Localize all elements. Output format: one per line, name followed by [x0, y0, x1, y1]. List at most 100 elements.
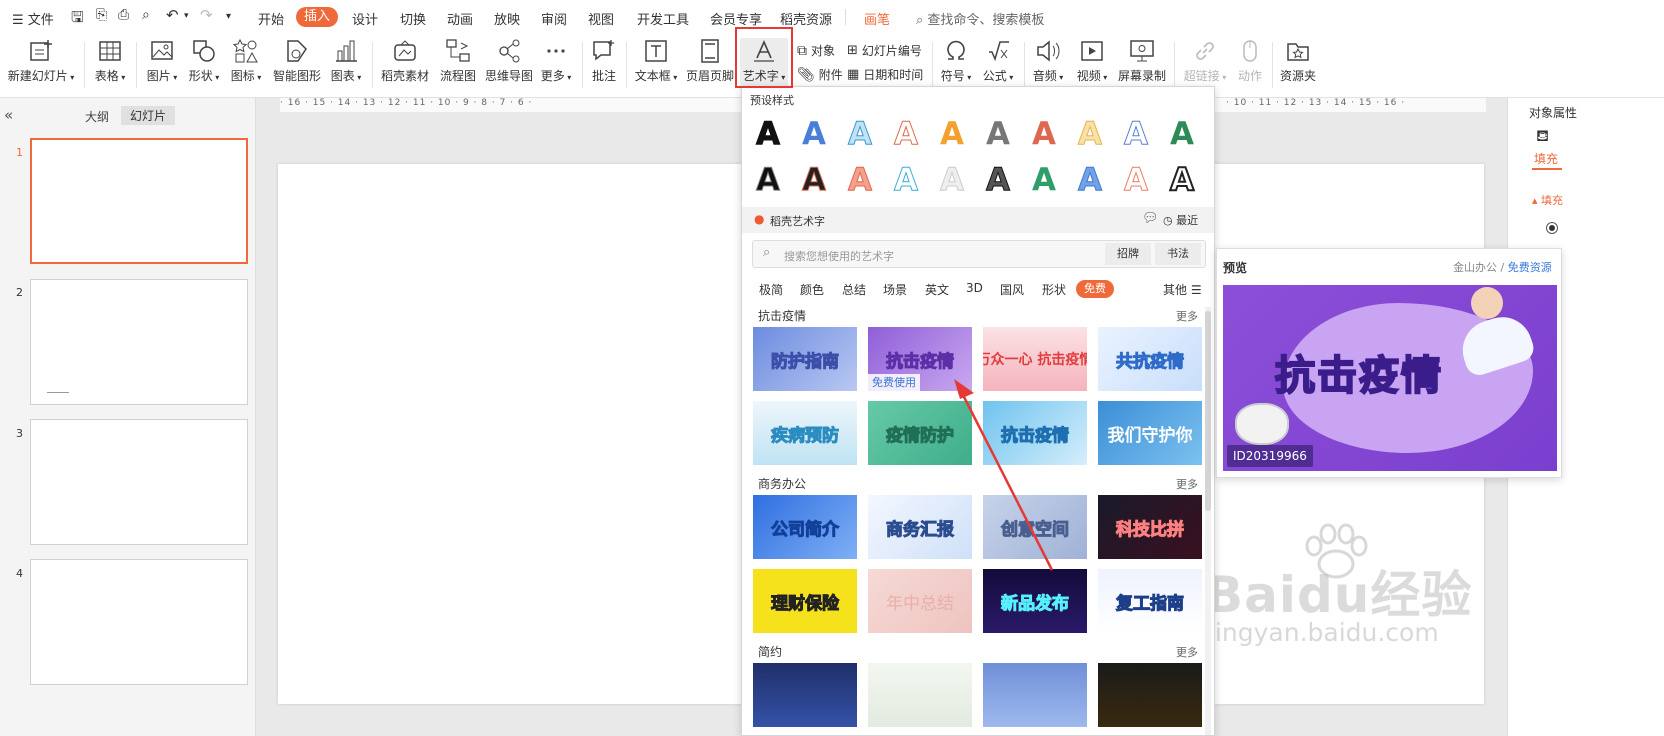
wordart-template-9[interactable]: 公司简介: [753, 495, 857, 559]
filter-free[interactable]: 免费: [1076, 280, 1114, 298]
print-preview-icon[interactable]: ⌕: [142, 7, 150, 23]
tab-transition[interactable]: 切换: [400, 9, 426, 28]
tab-home[interactable]: 开始: [258, 9, 284, 28]
tab-insert[interactable]: 插入: [296, 7, 338, 27]
wordart-template-13[interactable]: 理财保险: [753, 569, 857, 633]
preset-style-4[interactable]: A: [886, 114, 926, 154]
wordart-search-box[interactable]: ⌕ 搜索您想使用的艺术字 招牌 书法: [752, 240, 1206, 268]
gallery-scrollbar[interactable]: [1205, 307, 1211, 735]
slide-thumbnail-4[interactable]: [30, 559, 248, 685]
command-search[interactable]: ⌕ 查找命令、搜索模板: [916, 9, 1044, 28]
filter-3d[interactable]: 3D: [966, 281, 983, 295]
wordart-template-5[interactable]: 疾病预防: [753, 401, 857, 465]
filter-color[interactable]: 颜色: [800, 281, 824, 298]
preset-style-10[interactable]: A: [1162, 114, 1202, 154]
print-icon[interactable]: ⎙: [118, 7, 129, 23]
preset-style-15[interactable]: A: [932, 160, 972, 200]
datetime-button[interactable]: ▦ 日期和时间: [847, 66, 923, 83]
tab-fill[interactable]: 填充: [1534, 150, 1558, 167]
preset-style-18[interactable]: A: [1070, 160, 1110, 200]
filter-english[interactable]: 英文: [925, 281, 949, 298]
smart-shape-button[interactable]: 智能图形: [272, 38, 322, 84]
wordart-template-14[interactable]: 年中总结: [868, 569, 972, 633]
tab-pen[interactable]: 画笔: [864, 9, 890, 28]
preset-style-5[interactable]: A: [932, 114, 972, 154]
preset-style-20[interactable]: A: [1162, 160, 1202, 200]
screen-record-button[interactable]: 屏幕录制: [1118, 38, 1166, 84]
tab-slides[interactable]: 幻灯片: [121, 106, 176, 125]
table-button[interactable]: 表格 ▾: [92, 38, 128, 84]
filter-shape[interactable]: 形状: [1042, 281, 1066, 298]
quick-access-dropdown-icon[interactable]: ▾: [226, 11, 231, 22]
video-button[interactable]: 视频 ▾: [1074, 38, 1110, 84]
mindmap-button[interactable]: 思维导图: [484, 38, 534, 84]
preset-style-8[interactable]: A: [1070, 114, 1110, 154]
docer-material-button[interactable]: 稻壳素材: [380, 38, 430, 84]
filter-others[interactable]: 其他 ☰: [1163, 281, 1202, 298]
attachment-button[interactable]: 📎︎ 附件: [797, 66, 843, 83]
section-more-simple[interactable]: 更多: [1176, 644, 1198, 660]
preset-style-14[interactable]: A: [886, 160, 926, 200]
recent-button[interactable]: ◷ 最近: [1163, 212, 1198, 228]
wordart-template-12[interactable]: 科技比拼: [1098, 495, 1202, 559]
tab-member[interactable]: 会员专享: [710, 9, 762, 28]
tab-docer-resources[interactable]: 稻壳资源: [780, 9, 832, 28]
new-slide-button[interactable]: 新建幻灯片 ▾: [6, 38, 76, 84]
chart-button[interactable]: 图表 ▾: [328, 38, 364, 84]
tab-review[interactable]: 审阅: [541, 9, 567, 28]
filter-scene[interactable]: 场景: [883, 281, 907, 298]
wordart-template-19[interactable]: [983, 663, 1087, 727]
wordart-template-8[interactable]: 我们守护你: [1098, 401, 1202, 465]
tab-animation[interactable]: 动画: [447, 9, 473, 28]
calligraphy-button[interactable]: 书法: [1155, 243, 1201, 265]
wordart-template-17[interactable]: [753, 663, 857, 727]
undo-dropdown-icon[interactable]: ▾: [184, 11, 189, 21]
tab-view[interactable]: 视图: [588, 9, 614, 28]
free-resources-link[interactable]: 免费资源: [1508, 261, 1552, 274]
wordart-template-16[interactable]: 复工指南: [1098, 569, 1202, 633]
tab-developer[interactable]: 开发工具: [637, 9, 689, 28]
slide-number-button[interactable]: ⊞ 幻灯片编号: [847, 42, 922, 59]
collapse-panel-icon[interactable]: «: [4, 106, 13, 124]
action-button[interactable]: 动作: [1234, 38, 1266, 84]
section-more-anti-epidemic[interactable]: 更多: [1176, 308, 1198, 324]
preset-style-17[interactable]: A: [1024, 160, 1064, 200]
wordart-template-1[interactable]: 防护指南: [753, 327, 857, 391]
shape-button[interactable]: 形状 ▾: [186, 38, 222, 84]
preset-style-19[interactable]: A: [1116, 160, 1156, 200]
preset-style-16[interactable]: A: [978, 160, 1018, 200]
redo-icon[interactable]: ↷: [200, 6, 213, 24]
formula-button[interactable]: 公式 ▾: [980, 38, 1016, 84]
hyperlink-button[interactable]: 超链接 ▾: [1182, 38, 1228, 84]
comment-button[interactable]: 批注: [588, 38, 620, 84]
slide-thumbnail-2[interactable]: [30, 279, 248, 405]
free-use-badge[interactable]: 免费使用: [868, 374, 920, 391]
preset-style-7[interactable]: A: [1024, 114, 1064, 154]
tab-design[interactable]: 设计: [352, 9, 378, 28]
slide-thumbnail-3[interactable]: [30, 419, 248, 545]
feedback-icon[interactable]: 💬︎: [1142, 211, 1159, 226]
textbox-button[interactable]: 文本框 ▾: [632, 38, 680, 84]
preset-style-9[interactable]: A: [1116, 114, 1156, 154]
preset-style-13[interactable]: A: [840, 160, 880, 200]
symbol-button[interactable]: 符号 ▾: [938, 38, 974, 84]
wordart-template-4[interactable]: 共抗疫情: [1098, 327, 1202, 391]
export-pdf-icon[interactable]: ⎘: [96, 7, 107, 23]
preset-style-1[interactable]: A: [748, 114, 788, 154]
preset-style-12[interactable]: A: [794, 160, 834, 200]
fill-section-header[interactable]: ▴ 填充: [1532, 192, 1563, 208]
icon-button[interactable]: 图标 ▾: [228, 38, 264, 84]
scrollbar-thumb[interactable]: [1205, 311, 1211, 511]
tab-slideshow[interactable]: 放映: [494, 9, 520, 28]
slide-thumbnail-1[interactable]: [30, 138, 248, 264]
preset-style-11[interactable]: A: [748, 160, 788, 200]
filter-chinese-style[interactable]: 国风: [1000, 281, 1024, 298]
wordart-template-18[interactable]: [868, 663, 972, 727]
wordart-template-20[interactable]: [1098, 663, 1202, 727]
tab-outline[interactable]: 大纲: [85, 108, 109, 125]
audio-button[interactable]: 音频 ▾: [1030, 38, 1066, 84]
preset-style-2[interactable]: A: [794, 114, 834, 154]
filter-summary[interactable]: 总结: [842, 281, 866, 298]
wordart-template-15[interactable]: 新品发布: [983, 569, 1087, 633]
filter-minimal[interactable]: 极简: [759, 281, 783, 298]
